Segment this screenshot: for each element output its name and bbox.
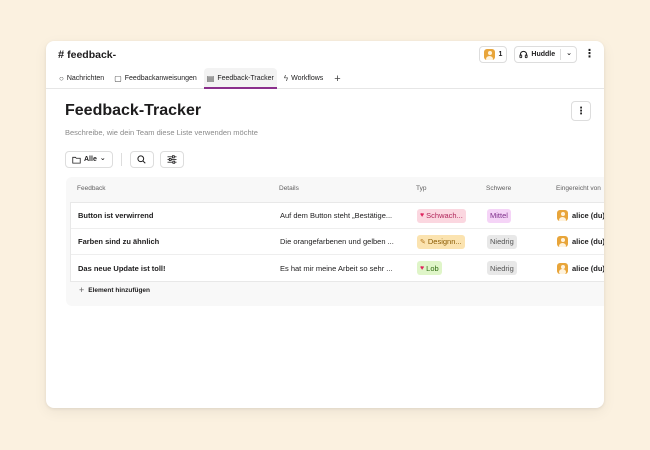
heart-icon: ♥ xyxy=(420,212,425,219)
user-name: alice (du) xyxy=(572,263,604,273)
type-label: Lob xyxy=(426,263,439,273)
add-item-label: Element hinzufügen xyxy=(88,286,151,294)
type-cell[interactable]: ✎ Designn... xyxy=(417,229,465,254)
members-button[interactable]: 1 xyxy=(479,46,508,63)
tab-label: Feedback-Tracker xyxy=(217,75,274,82)
severity-tag: Mittel xyxy=(487,208,511,223)
details-cell[interactable]: Es hat mir meine Arbeit so sehr ... xyxy=(280,255,408,281)
lightning-icon: ϟ xyxy=(283,74,289,83)
canvas-icon: ▢ xyxy=(114,74,122,83)
type-tag: ♥ Schwach... xyxy=(417,208,466,223)
avatar xyxy=(557,236,568,247)
folder-icon xyxy=(72,156,81,164)
huddle-label: Huddle xyxy=(531,51,556,58)
view-selector-button[interactable]: Alle ⌄ xyxy=(65,151,113,168)
type-label: Schwach... xyxy=(426,211,463,220)
filter-button[interactable] xyxy=(159,151,184,168)
table-row[interactable]: Farben sind zu ähnlich Die orangefarbene… xyxy=(71,229,604,255)
severity-tag: Niedrig xyxy=(487,261,517,275)
table-header: Feedback Details Typ Schwere Eingereicht… xyxy=(66,177,604,202)
column-header-details[interactable]: Details xyxy=(279,185,299,192)
details-cell[interactable]: Auf dem Button steht „Bestätige... xyxy=(280,203,408,228)
column-header-schwere[interactable]: Schwere xyxy=(486,185,511,192)
severity-tag: Niedrig xyxy=(487,234,517,249)
severity-cell[interactable]: Niedrig xyxy=(487,229,517,254)
list-icon: ▤ xyxy=(206,74,215,83)
hash-icon: # xyxy=(58,49,65,61)
tab-label: Workflows xyxy=(291,75,324,82)
chevron-down-icon: ⌄ xyxy=(99,154,106,162)
tab-nachrichten[interactable]: ○ Nachrichten xyxy=(56,68,107,89)
severity-cell[interactable]: Mittel xyxy=(487,203,511,228)
tab-feedbackanweisungen[interactable]: ▢ Feedbackanweisungen xyxy=(111,68,200,89)
headphones-icon xyxy=(519,50,528,59)
search-button[interactable] xyxy=(129,151,154,168)
filter-sliders-icon xyxy=(167,155,177,164)
app-window: # feedback- 1 Huddle ⌄ ⋮ ○ Nachrichten ▢… xyxy=(46,41,604,408)
submitted-by-cell[interactable]: alice (du) xyxy=(557,255,604,281)
chevron-down-icon[interactable]: ⌄ xyxy=(566,50,572,57)
add-tab-icon[interactable]: + xyxy=(330,68,344,89)
column-header-typ[interactable]: Typ xyxy=(416,185,426,192)
feedback-cell[interactable]: Das neue Update ist toll! xyxy=(78,255,166,281)
type-label: Designn... xyxy=(427,237,462,246)
list-description[interactable]: Beschreibe, wie dein Team diese Liste ve… xyxy=(65,128,258,137)
column-header-feedback[interactable]: Feedback xyxy=(77,185,106,192)
member-count: 1 xyxy=(498,51,503,58)
type-tag: ♥ Lob xyxy=(417,261,442,275)
column-header-eingereicht-von[interactable]: Eingereicht von xyxy=(556,185,601,192)
type-cell[interactable]: ♥ Lob xyxy=(417,255,442,281)
avatar xyxy=(557,262,568,274)
feedback-list-table: Feedback Details Typ Schwere Eingereicht… xyxy=(66,177,604,306)
search-icon xyxy=(137,155,146,164)
type-tag: ✎ Designn... xyxy=(417,234,465,249)
avatar-icon xyxy=(484,49,496,60)
heart-icon: ♥ xyxy=(420,264,425,272)
plus-icon: + xyxy=(79,285,85,295)
view-label: Alle xyxy=(84,156,97,163)
channel-name[interactable]: # feedback- xyxy=(58,49,116,61)
list-options-icon[interactable]: ⋮ xyxy=(571,101,591,121)
feedback-cell[interactable]: Button ist verwirrend xyxy=(78,203,153,228)
channel-tabs: ○ Nachrichten ▢ Feedbackanweisungen ▤ Fe… xyxy=(56,68,345,89)
list-toolbar: Alle ⌄ xyxy=(65,151,184,168)
tab-label: Nachrichten xyxy=(66,75,105,82)
tab-feedback-tracker[interactable]: ▤ Feedback-Tracker xyxy=(203,68,277,89)
user-name: alice (du) xyxy=(572,211,604,220)
tab-label: Feedbackanweisungen xyxy=(124,75,197,82)
channel-name-label: feedback- xyxy=(67,49,117,61)
pencil-icon: ✎ xyxy=(420,238,426,246)
details-cell[interactable]: Die orangefarbenen und gelben ... xyxy=(280,229,408,254)
submitted-by-cell[interactable]: alice (du) xyxy=(557,203,604,228)
severity-cell[interactable]: Niedrig xyxy=(487,255,517,281)
table-row[interactable]: Das neue Update ist toll! Es hat mir mei… xyxy=(71,255,604,281)
message-icon: ○ xyxy=(59,74,64,83)
submitted-by-cell[interactable]: alice (du) xyxy=(557,229,604,254)
user-name: alice (du) xyxy=(572,237,604,246)
type-cell[interactable]: ♥ Schwach... xyxy=(417,203,466,228)
channel-header: # feedback- 1 Huddle ⌄ ⋮ ○ Nachrichten ▢… xyxy=(46,41,604,89)
add-item-button[interactable]: + Element hinzufügen xyxy=(79,285,150,295)
table-body: Button ist verwirrend Auf dem Button ste… xyxy=(70,202,604,282)
page-title: Feedback-Tracker xyxy=(65,102,202,119)
avatar xyxy=(557,210,568,221)
feedback-cell[interactable]: Farben sind zu ähnlich xyxy=(78,229,159,254)
tab-workflows[interactable]: ϟ Workflows xyxy=(281,68,326,89)
more-options-icon[interactable]: ⋮ xyxy=(584,49,595,60)
table-row[interactable]: Button ist verwirrend Auf dem Button ste… xyxy=(71,203,604,229)
huddle-button[interactable]: Huddle ⌄ xyxy=(514,46,577,63)
